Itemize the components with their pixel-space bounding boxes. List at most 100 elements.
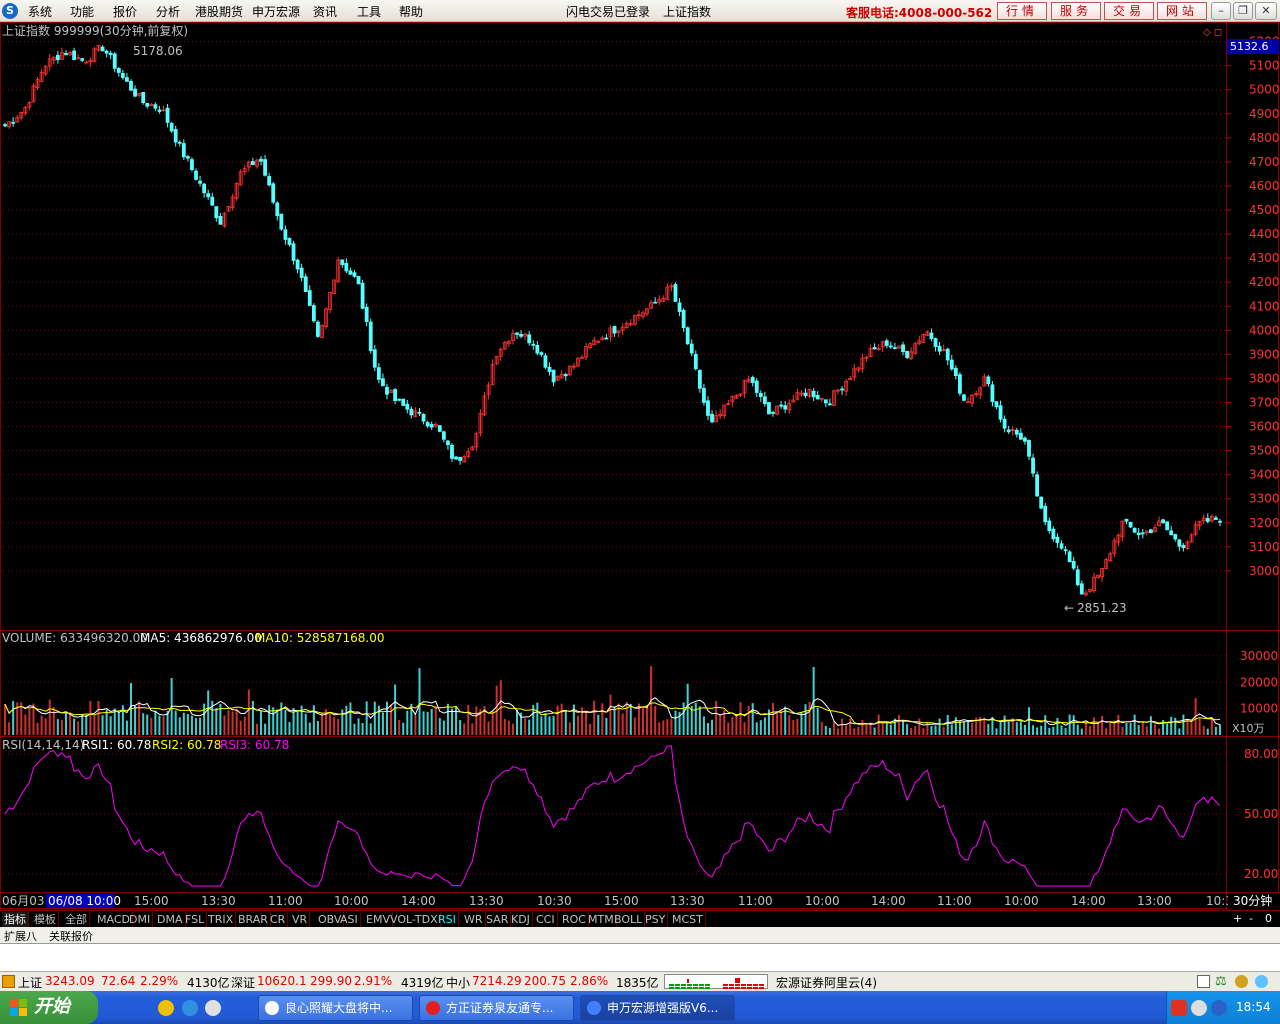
menu-bar: S 系统 功能 报价 分析 港股期货 申万宏源 资讯 工具 帮助 闪电交易已登录… bbox=[0, 0, 1280, 22]
ext-tab-related-quote[interactable]: 关联报价 bbox=[49, 928, 93, 944]
app-logo-icon[interactable]: S bbox=[2, 3, 18, 19]
rsi-tick-label: 80.00 bbox=[1244, 747, 1278, 761]
volume-icon[interactable] bbox=[1211, 1000, 1227, 1016]
tab-fsl[interactable]: FSL bbox=[183, 912, 208, 927]
service-button[interactable]: 服务 bbox=[1051, 2, 1101, 20]
candle-body bbox=[815, 394, 820, 400]
window-title: 上证指数 bbox=[663, 5, 712, 19]
period-label[interactable]: 30分钟 bbox=[1233, 893, 1272, 908]
network-icon[interactable] bbox=[1255, 975, 1268, 988]
tab-cci[interactable]: CCI bbox=[534, 912, 558, 927]
tab-brar[interactable]: BRAR bbox=[236, 912, 271, 927]
time-tick-label: 14:00 bbox=[1071, 894, 1106, 908]
menu-quote[interactable]: 报价 bbox=[113, 3, 137, 20]
candle-body bbox=[316, 321, 320, 337]
tab-asi[interactable]: ASI bbox=[338, 912, 361, 927]
menu-hk-futures[interactable]: 港股期货 bbox=[195, 3, 243, 20]
candle-body bbox=[685, 327, 690, 345]
menu-news[interactable]: 资讯 bbox=[313, 3, 337, 20]
website-button[interactable]: 网站 bbox=[1157, 2, 1207, 20]
candlestick-series[interactable] bbox=[3, 44, 1222, 597]
volume-bars[interactable] bbox=[4, 666, 1221, 735]
menu-tools[interactable]: 工具 bbox=[357, 3, 381, 20]
candle-body bbox=[803, 392, 808, 397]
tab-模板[interactable]: 模板 bbox=[32, 912, 59, 927]
time-tick-label: 14:00 bbox=[401, 894, 436, 908]
price-tick-label: 3300 bbox=[1249, 492, 1280, 506]
quicklaunch-ie-icon[interactable] bbox=[158, 1000, 174, 1016]
sz-label: 深证 bbox=[231, 976, 256, 990]
tab-control-0[interactable]: + bbox=[1233, 912, 1242, 925]
tab-sar[interactable]: SAR bbox=[484, 912, 512, 927]
sh-amount: 4130亿 bbox=[187, 976, 230, 990]
tab-kdj[interactable]: KDJ bbox=[509, 912, 533, 927]
notes-icon[interactable] bbox=[1197, 975, 1210, 988]
tab-boll[interactable]: BOLL bbox=[612, 912, 646, 927]
volume-tick-label: 30000 bbox=[1240, 649, 1278, 663]
menu-function[interactable]: 功能 bbox=[70, 3, 94, 20]
trade-button[interactable]: 交易 bbox=[1104, 2, 1154, 20]
menu-help[interactable]: 帮助 bbox=[399, 3, 423, 20]
candle-body bbox=[348, 270, 353, 275]
index-icon[interactable] bbox=[2, 975, 15, 988]
tab-wr[interactable]: WR bbox=[462, 912, 486, 927]
tab-roc[interactable]: ROC bbox=[560, 912, 589, 927]
scale-icon[interactable]: ⚖ bbox=[1215, 974, 1227, 989]
candle-body bbox=[1181, 545, 1186, 549]
tab-vr[interactable]: VR bbox=[290, 912, 311, 927]
ext-tab-eight[interactable]: 扩展八 bbox=[4, 928, 37, 944]
candle-body bbox=[421, 413, 426, 422]
tab-全部[interactable]: 全部 bbox=[63, 912, 90, 927]
tab-control-1[interactable]: - bbox=[1249, 912, 1253, 925]
tab-control-2[interactable]: 0 bbox=[1265, 912, 1272, 925]
price-tick-label: 4800 bbox=[1249, 131, 1280, 145]
panel-toggle-icon[interactable]: ◇ ◻ bbox=[1203, 27, 1222, 38]
tab-trix[interactable]: TRIX bbox=[206, 912, 237, 927]
candle-body bbox=[681, 309, 686, 329]
tab-vol-tdx[interactable]: VOL-TDX bbox=[388, 912, 441, 927]
candle-body bbox=[259, 158, 263, 162]
tab-rsi[interactable]: RSI bbox=[436, 912, 459, 927]
quicklaunch-browser-icon[interactable] bbox=[205, 1000, 221, 1016]
price-tick-label: 3500 bbox=[1249, 444, 1280, 458]
candle-body bbox=[173, 129, 178, 143]
candle-body bbox=[1039, 496, 1044, 509]
tab-指标[interactable]: 指标 bbox=[2, 912, 29, 927]
tray-arrow-icon[interactable] bbox=[1191, 1000, 1207, 1016]
restore-icon[interactable]: ❐ bbox=[1233, 2, 1253, 20]
candle-body bbox=[758, 393, 763, 397]
candle-body bbox=[563, 374, 568, 377]
candle-body bbox=[1079, 583, 1084, 595]
tab-dmi[interactable]: DMI bbox=[127, 912, 154, 927]
candle-body bbox=[1055, 536, 1060, 543]
candle-body bbox=[153, 104, 158, 109]
tab-cr[interactable]: CR bbox=[268, 912, 289, 927]
menu-analysis[interactable]: 分析 bbox=[156, 3, 180, 20]
zx-amount: 1835亿 bbox=[616, 976, 659, 990]
start-button[interactable]: 开始 bbox=[0, 991, 98, 1024]
market-button[interactable]: 行情 bbox=[997, 2, 1047, 20]
tab-dma[interactable]: DMA bbox=[155, 912, 186, 927]
input-method-icon[interactable] bbox=[1171, 1000, 1187, 1016]
kline-chart[interactable]: 5200510050004900480047004600450044004300… bbox=[0, 22, 1280, 910]
candle-body bbox=[185, 156, 190, 159]
server-name[interactable]: 宏源证券阿里云(4) bbox=[776, 974, 877, 991]
candle-body bbox=[543, 355, 548, 368]
menu-shenwan[interactable]: 申万宏源 bbox=[252, 3, 300, 20]
chart-area[interactable]: 5200510050004900480047004600450044004300… bbox=[0, 22, 1280, 910]
candle-body bbox=[1128, 521, 1133, 528]
close-icon[interactable]: ✕ bbox=[1255, 2, 1277, 20]
candle-body bbox=[157, 109, 162, 112]
candle-body bbox=[1169, 530, 1174, 536]
menu-system[interactable]: 系统 bbox=[28, 3, 52, 20]
task-shenwan-window[interactable]: 申万宏源增强版V6... bbox=[580, 995, 735, 1021]
tab-psy[interactable]: PSY bbox=[643, 912, 669, 927]
candle-body bbox=[177, 141, 182, 144]
settings-icon[interactable] bbox=[1235, 975, 1248, 988]
task-founder-window[interactable]: 方正证券泉友通专... bbox=[419, 995, 574, 1021]
tab-mcst[interactable]: MCST bbox=[670, 912, 706, 927]
task-chrome-window[interactable]: 良心照耀大盘将中... bbox=[258, 995, 413, 1021]
candle-body bbox=[1214, 517, 1218, 520]
minimize-icon[interactable]: – bbox=[1211, 2, 1231, 20]
quicklaunch-desktop-icon[interactable] bbox=[182, 1000, 198, 1016]
